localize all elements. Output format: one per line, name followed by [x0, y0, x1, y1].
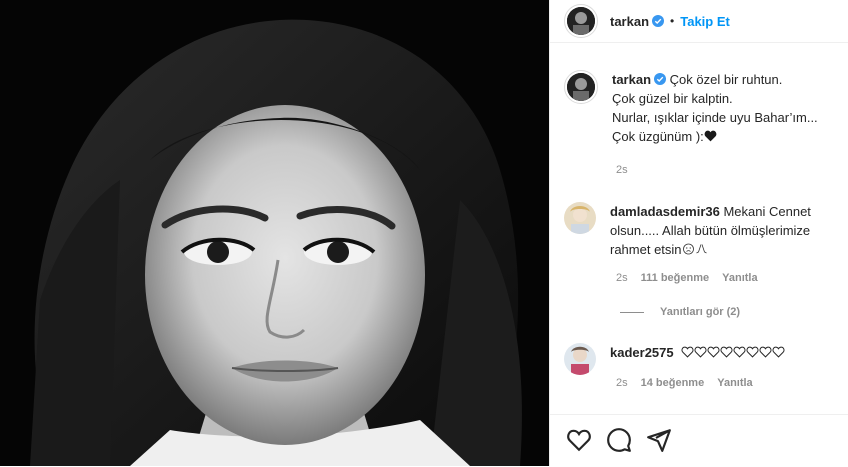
follow-button[interactable]: Takip Et	[680, 14, 730, 29]
reply-button[interactable]: Yanıtla	[722, 272, 757, 284]
heart-outline-emoji-icon	[746, 346, 759, 358]
post-caption: tarkan Çok özel bir ruhtun. Çok güzel bi…	[564, 70, 848, 146]
black-heart-emoji-icon	[704, 130, 717, 142]
author-username[interactable]: tarkan	[610, 14, 649, 29]
portrait-image	[0, 0, 549, 466]
praying-hands-emoji-icon	[695, 244, 707, 254]
post-header: tarkan • Takip Et	[550, 0, 848, 43]
commenter-username[interactable]: kader2575	[610, 345, 674, 360]
heart-outline-emoji-icon	[681, 346, 694, 358]
heart-outline-emoji-icon	[720, 346, 733, 358]
comment-icon[interactable]	[606, 427, 632, 453]
caption-line-4: Çok üzgünüm ):	[612, 129, 704, 144]
comment-hearts	[681, 345, 785, 360]
comment-likes[interactable]: 111 beğenme	[641, 272, 710, 284]
post-action-bar	[550, 414, 848, 467]
heart-outline-emoji-icon	[772, 346, 785, 358]
commenter-avatar[interactable]	[564, 202, 596, 234]
heart-outline-emoji-icon	[694, 346, 707, 358]
share-icon[interactable]	[646, 427, 672, 453]
caption-timestamp[interactable]: 2s	[616, 164, 628, 176]
comment-timestamp[interactable]: 2s	[616, 377, 628, 389]
comment-meta: 2s 111 beğenme Yanıtla	[616, 272, 758, 284]
verified-badge-icon	[652, 15, 665, 27]
caption-line-3: Nurlar, ışıklar içinde uyu Bahar’ım...	[612, 110, 818, 125]
heart-icon[interactable]	[566, 427, 592, 453]
view-replies-label: Yanıtları gör (2)	[660, 306, 741, 318]
caption-username[interactable]: tarkan	[612, 72, 651, 87]
comment-likes[interactable]: 14 beğenme	[641, 377, 705, 389]
caption-line-1: Çok özel bir ruhtun.	[669, 72, 783, 87]
sad-face-emoji-icon	[682, 243, 694, 255]
comment-item: kader2575	[564, 343, 840, 375]
commenter-username[interactable]: damladasdemir36	[610, 204, 720, 219]
comment-item: damladasdemir36 Mekani Cennet olsun.....…	[564, 202, 840, 259]
post-side-panel: tarkan • Takip Et tarkan Çok özel bir ru…	[549, 0, 848, 466]
comment-meta: 2s 14 beğenme Yanıtla	[616, 377, 753, 389]
heart-outline-emoji-icon	[707, 346, 720, 358]
verified-badge-icon	[654, 73, 667, 85]
replies-divider	[620, 311, 644, 313]
header-separator: •	[670, 14, 675, 28]
comment-timestamp[interactable]: 2s	[616, 272, 628, 284]
post-photo[interactable]	[0, 0, 549, 466]
caption-line-2: Çok güzel bir kalptin.	[612, 91, 733, 106]
commenter-avatar[interactable]	[564, 343, 596, 375]
caption-avatar[interactable]	[564, 70, 598, 104]
reply-button[interactable]: Yanıtla	[717, 377, 752, 389]
heart-outline-emoji-icon	[759, 346, 772, 358]
author-avatar[interactable]	[564, 4, 598, 38]
heart-outline-emoji-icon	[733, 346, 746, 358]
view-replies-button[interactable]: Yanıtları gör (2)	[620, 306, 740, 318]
